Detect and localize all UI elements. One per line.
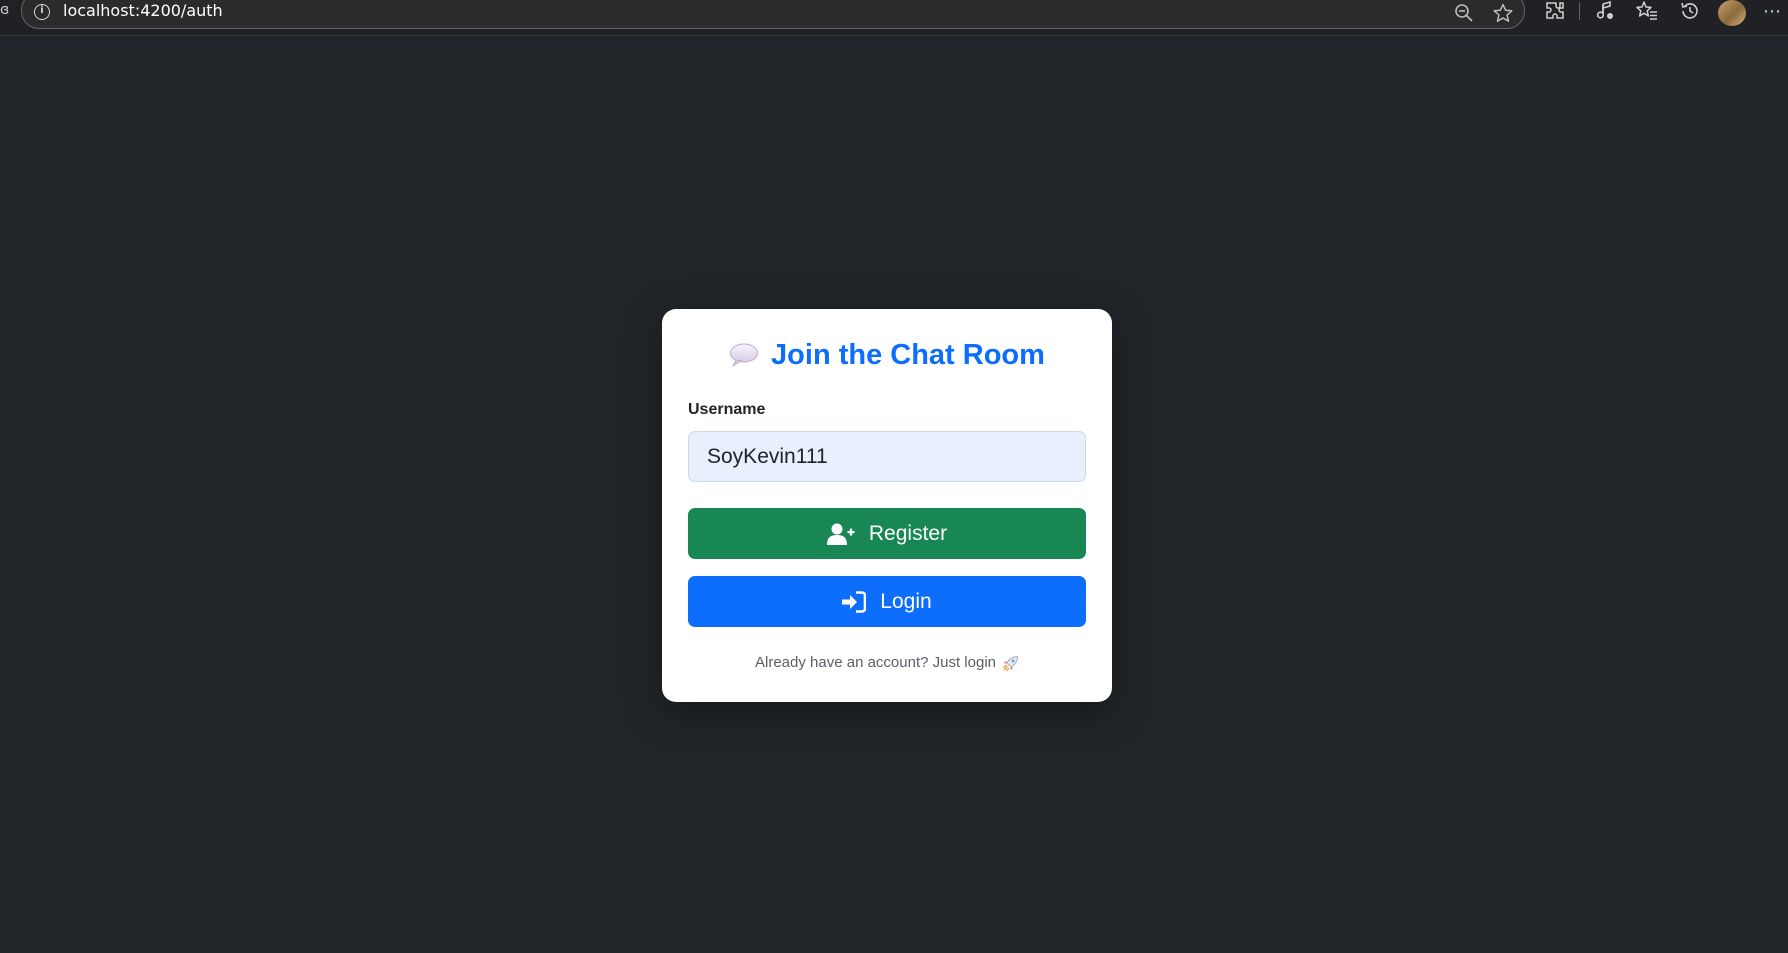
card-title: Join the Chat Room	[662, 333, 1112, 377]
login-label: Login	[880, 589, 932, 613]
history-icon[interactable]	[1678, 0, 1702, 24]
user-plus-icon	[826, 522, 855, 546]
address-bar[interactable]: i localhost:4200/auth	[21, 0, 1525, 29]
zoom-out-icon[interactable]	[1454, 3, 1474, 23]
register-label: Register	[868, 521, 948, 545]
login-button[interactable]: Login	[688, 576, 1086, 627]
footer-text: Already have an account? Just login	[755, 654, 996, 671]
favorites-icon[interactable]	[1635, 0, 1659, 24]
profile-avatar[interactable]	[1718, 0, 1746, 26]
star-icon[interactable]	[1493, 3, 1513, 23]
extensions-icon[interactable]	[1543, 0, 1567, 24]
browser-toolbar: ɞ i localhost:4200/auth ⋯	[0, 0, 1788, 36]
auth-card: Join the Chat Room Username Register Log…	[662, 309, 1112, 702]
toolbar-separator	[1579, 2, 1580, 20]
page-title: Join the Chat Room	[771, 339, 1045, 371]
sign-in-icon	[842, 590, 867, 613]
edge-glyph-icon: ɞ	[0, 2, 10, 18]
more-icon[interactable]: ⋯	[1760, 0, 1784, 24]
footer-note: Already have an account? Just login	[662, 654, 1112, 672]
username-label: Username	[688, 401, 766, 418]
rocket-icon	[1002, 655, 1019, 672]
info-icon[interactable]: i	[34, 4, 50, 20]
speech-bubble-icon	[729, 342, 759, 368]
media-icon[interactable]	[1593, 0, 1617, 24]
url-text[interactable]: localhost:4200/auth	[63, 2, 223, 20]
username-input[interactable]	[688, 431, 1086, 482]
register-button[interactable]: Register	[688, 508, 1086, 559]
